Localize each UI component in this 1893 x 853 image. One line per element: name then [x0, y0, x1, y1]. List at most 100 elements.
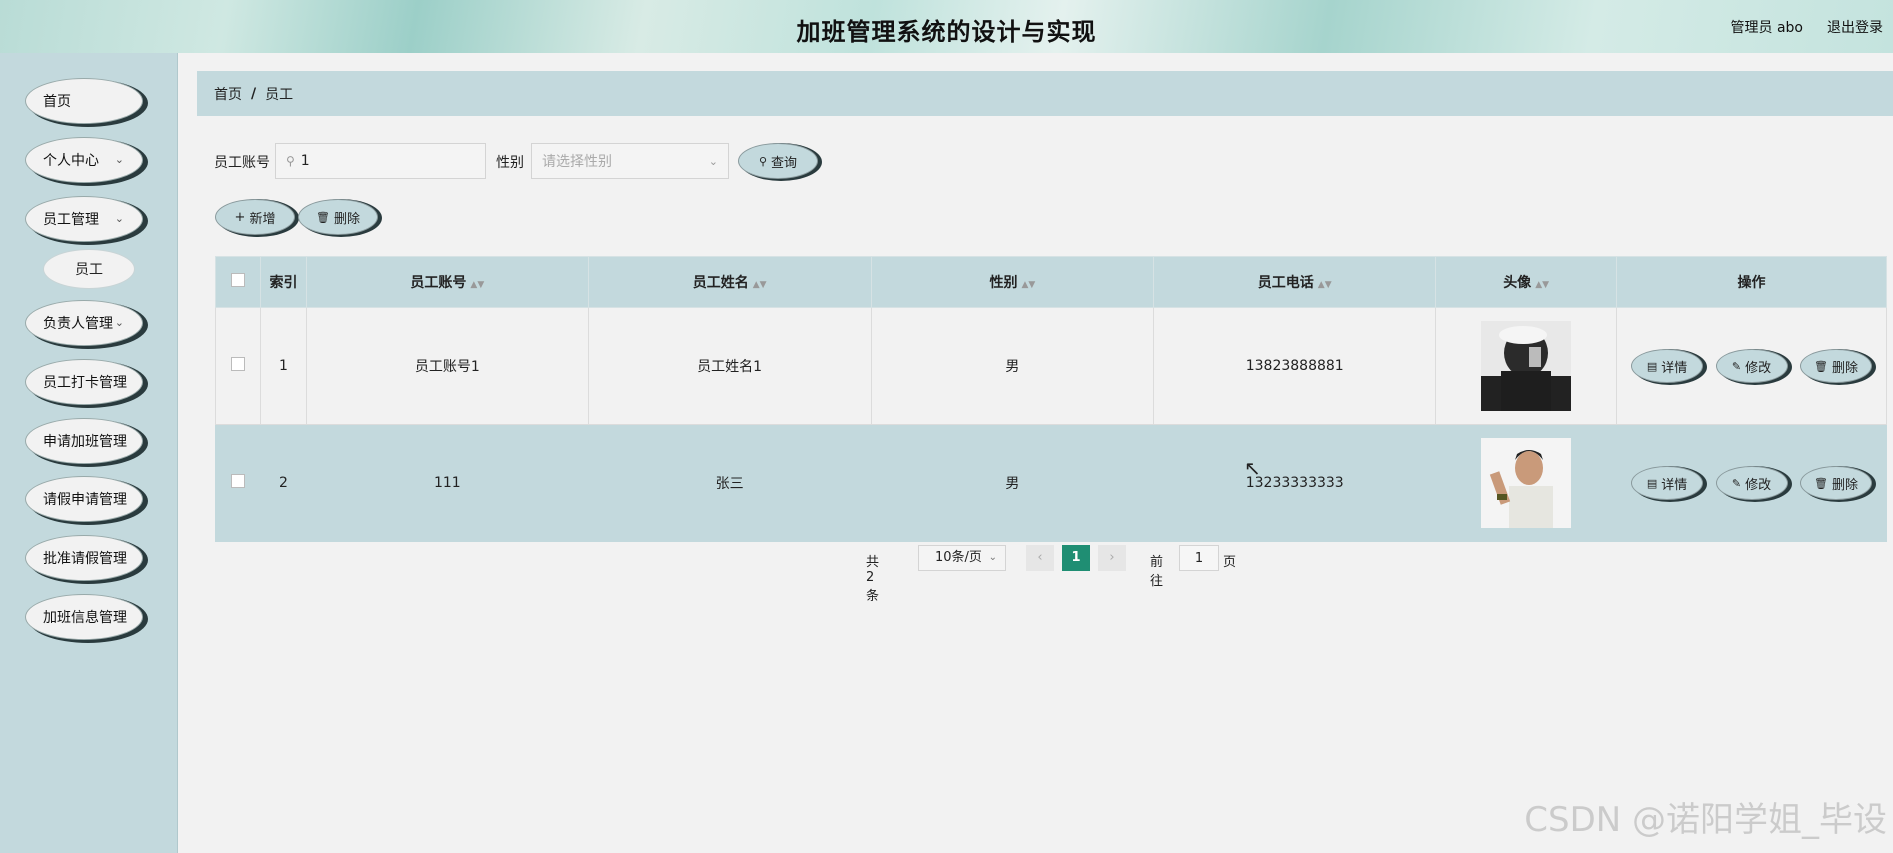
- sidebar-item-label: 加班信息管理: [43, 610, 127, 626]
- page-size-select[interactable]: 10条/页 ⌄: [918, 545, 1006, 571]
- sidebar-item-label: 请假申请管理: [43, 492, 127, 508]
- table-row: 1 员工账号1 员工姓名1 男 13823888881 ▤ 详情 ✎ 修改 🗑 删除: [215, 307, 1887, 425]
- table-row: 2 111 张三 男 13233333333 ▤ 详情 ✎ 修改 🗑 删除: [215, 424, 1887, 542]
- add-button-label: 新增: [249, 211, 276, 227]
- sidebar-item-label: 申请加班管理: [43, 434, 127, 450]
- column-header-label: 头像: [1503, 275, 1532, 291]
- detail-button[interactable]: ▤ 详情: [1631, 349, 1704, 383]
- cell-phone: 13823888881: [1153, 307, 1437, 425]
- sort-icon[interactable]: ▲▼: [470, 280, 484, 290]
- column-header-index: 索引: [259, 256, 307, 308]
- sidebar-item-home[interactable]: 首页: [25, 78, 143, 124]
- account-search-input[interactable]: ⚲ 1: [275, 143, 486, 179]
- sidebar-item-label: 首页: [43, 94, 71, 110]
- sidebar-item-manager-management[interactable]: 负责人管理 ⌄: [25, 300, 143, 346]
- trash-icon: 🗑: [1813, 359, 1828, 373]
- current-user: 管理员 abo: [1730, 20, 1803, 36]
- delete-button[interactable]: 🗑 删除: [1799, 349, 1872, 383]
- goto-page-input[interactable]: 1: [1179, 545, 1219, 571]
- cell-index: 1: [259, 307, 307, 425]
- sidebar-item-personal-center[interactable]: 个人中心 ⌄: [25, 137, 143, 183]
- edit-button[interactable]: ✎ 修改: [1715, 349, 1788, 383]
- sort-icon[interactable]: ▲▼: [753, 280, 767, 290]
- delete-button-label: 删除: [1831, 477, 1858, 493]
- select-all-cell[interactable]: [215, 256, 261, 308]
- sidebar-item-leave-approval[interactable]: 批准请假管理: [25, 535, 143, 581]
- sidebar-item-label: 员工管理: [43, 212, 99, 228]
- cell-gender: 男: [870, 307, 1155, 425]
- page-size-value: 10条/页: [935, 550, 982, 565]
- pencil-icon: ✎: [1731, 359, 1742, 373]
- breadcrumb-current: 员工: [265, 86, 294, 103]
- batch-delete-button[interactable]: 🗑 删除: [298, 199, 378, 235]
- row-checkbox[interactable]: [230, 474, 245, 488]
- chevron-right-icon: ›: [1109, 550, 1115, 565]
- search-icon: ⚲: [286, 154, 295, 168]
- app-title: 加班管理系统的设计与实现: [796, 18, 1097, 46]
- trash-icon: 🗑: [316, 210, 330, 224]
- edit-button-label: 修改: [1745, 360, 1772, 376]
- detail-button[interactable]: ▤ 详情: [1631, 466, 1704, 500]
- row-select-cell[interactable]: [215, 307, 261, 425]
- gender-label: 性别: [496, 155, 524, 171]
- add-button[interactable]: + 新增: [215, 199, 295, 235]
- query-button-label: 查询: [771, 155, 798, 171]
- gender-select-placeholder: 请选择性别: [542, 154, 612, 170]
- breadcrumb: 首页 / 员工: [197, 71, 1893, 116]
- avatar-image[interactable]: [1481, 321, 1572, 411]
- sidebar-subitem-employee[interactable]: 员工: [43, 249, 135, 289]
- sidebar-item-leave-application[interactable]: 请假申请管理: [25, 476, 143, 522]
- account-search-label: 员工账号: [214, 155, 270, 171]
- top-header: 加班管理系统的设计与实现 管理员 abo 退出登录: [0, 0, 1893, 53]
- sort-icon[interactable]: ▲▼: [1021, 280, 1035, 290]
- sidebar-item-employee-management[interactable]: 员工管理 ⌄: [25, 196, 143, 242]
- employee-table: 索引 员工账号 ▲▼ 员工姓名 ▲▼ 性别 ▲▼ 员工电话 ▲▼ 头像 ▲▼ 操作 1 员…: [215, 256, 1887, 542]
- delete-button-label: 删除: [1831, 360, 1858, 376]
- chevron-left-icon: ‹: [1037, 550, 1043, 565]
- batch-delete-button-label: 删除: [333, 211, 360, 227]
- query-button[interactable]: ⚲ 查询: [738, 143, 818, 179]
- sort-icon[interactable]: ▲▼: [1535, 280, 1549, 290]
- cell-actions: ▤ 详情 ✎ 修改 🗑 删除: [1616, 307, 1887, 425]
- cell-phone: 13233333333: [1153, 424, 1437, 542]
- chevron-up-icon: ⌄: [114, 212, 124, 225]
- row-select-cell[interactable]: [215, 424, 261, 542]
- sidebar-item-clockin-management[interactable]: 员工打卡管理: [25, 359, 143, 405]
- table-header-row: 索引 员工账号 ▲▼ 员工姓名 ▲▼ 性别 ▲▼ 员工电话 ▲▼ 头像 ▲▼ 操作: [215, 256, 1887, 308]
- prev-page-button[interactable]: ‹: [1026, 545, 1054, 571]
- cell-name: 张三: [587, 424, 872, 542]
- column-header-label: 员工姓名: [692, 275, 749, 291]
- column-header-name[interactable]: 员工姓名 ▲▼: [587, 256, 872, 308]
- page-number-current[interactable]: 1: [1062, 545, 1090, 571]
- sort-icon[interactable]: ▲▼: [1318, 280, 1332, 290]
- column-header-avatar[interactable]: 头像 ▲▼: [1435, 256, 1618, 308]
- column-header-gender[interactable]: 性别 ▲▼: [870, 256, 1155, 308]
- sidebar-item-overtime-application[interactable]: 申请加班管理: [25, 418, 143, 464]
- next-page-button[interactable]: ›: [1098, 545, 1126, 571]
- cell-gender: 男: [870, 424, 1155, 542]
- column-header-label: 性别: [989, 275, 1018, 291]
- gender-select[interactable]: 请选择性别 ⌄: [531, 143, 729, 179]
- column-header-account[interactable]: 员工账号 ▲▼: [305, 256, 589, 308]
- document-icon: ▤: [1646, 359, 1658, 373]
- select-all-checkbox[interactable]: [230, 273, 245, 287]
- avatar-image[interactable]: [1481, 438, 1572, 528]
- row-checkbox[interactable]: [230, 357, 245, 371]
- account-search-value: 1: [300, 153, 310, 169]
- sidebar-item-overtime-info[interactable]: 加班信息管理: [25, 594, 143, 640]
- cell-actions: ▤ 详情 ✎ 修改 🗑 删除: [1616, 424, 1887, 542]
- watermark: CSDN @诺阳学姐_毕设: [1524, 800, 1887, 840]
- breadcrumb-separator: /: [251, 85, 257, 102]
- column-header-phone[interactable]: 员工电话 ▲▼: [1153, 256, 1437, 308]
- sidebar-item-label: 员工打卡管理: [43, 375, 127, 391]
- delete-button[interactable]: 🗑 删除: [1799, 466, 1872, 500]
- sidebar: 首页 个人中心 ⌄ 员工管理 ⌄ 员工 负责人管理 ⌄ 员工打卡管理 申请加班管理 请…: [0, 53, 178, 853]
- breadcrumb-home[interactable]: 首页: [214, 84, 242, 104]
- chevron-down-icon: ⌄: [708, 154, 718, 168]
- cell-avatar: [1435, 307, 1618, 425]
- mouse-cursor-icon: ↖: [1244, 456, 1261, 480]
- edit-button[interactable]: ✎ 修改: [1715, 466, 1788, 500]
- goto-label: 前往: [1150, 555, 1164, 589]
- column-header-actions: 操作: [1616, 256, 1887, 308]
- logout-link[interactable]: 退出登录: [1827, 17, 1883, 37]
